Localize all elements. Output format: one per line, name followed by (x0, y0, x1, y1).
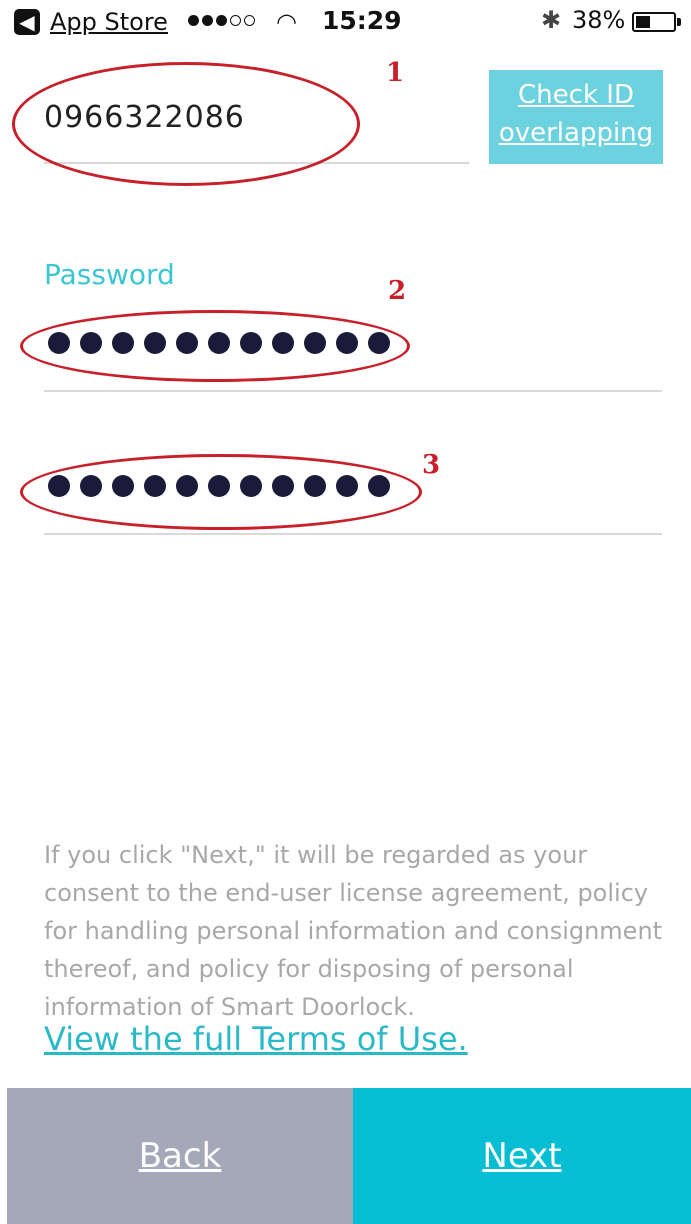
back-button[interactable]: Back (7, 1088, 353, 1224)
status-time: 15:29 (322, 6, 402, 35)
password-label: Password (44, 258, 175, 291)
battery-percent: 38% (572, 6, 626, 34)
check-id-button[interactable]: Check ID overlapping (489, 70, 663, 164)
back-app-label: App Store (50, 8, 168, 36)
bluetooth-icon: ✱ (541, 6, 562, 34)
back-button-label: Back (138, 1136, 222, 1176)
battery-tip (677, 18, 681, 26)
annotation-ellipse-1 (12, 62, 360, 186)
annotation-ellipse-3 (20, 454, 422, 530)
annotation-number-1: 1 (386, 58, 405, 88)
annotation-ellipse-2 (20, 310, 410, 382)
consent-text: If you click "Next," it will be regarded… (44, 841, 663, 1021)
check-id-label-line2: overlapping (498, 118, 654, 148)
next-button[interactable]: Next (353, 1088, 691, 1224)
back-to-app-store[interactable]: ◀ App Store (14, 8, 168, 36)
back-arrow-icon: ◀ (14, 9, 40, 35)
battery-icon (632, 12, 676, 32)
annotation-number-2: 2 (388, 276, 407, 306)
terms-of-use-link[interactable]: View the full Terms of Use. (44, 1020, 468, 1058)
annotation-number-3: 3 (422, 450, 441, 480)
next-button-label: Next (482, 1136, 562, 1176)
signal-icon (188, 15, 255, 26)
status-bar: ◀ App Store ◠ 15:29 ✱ 38% (0, 0, 691, 44)
wifi-icon: ◠ (276, 8, 297, 36)
check-id-label-line1: Check ID (518, 80, 634, 110)
